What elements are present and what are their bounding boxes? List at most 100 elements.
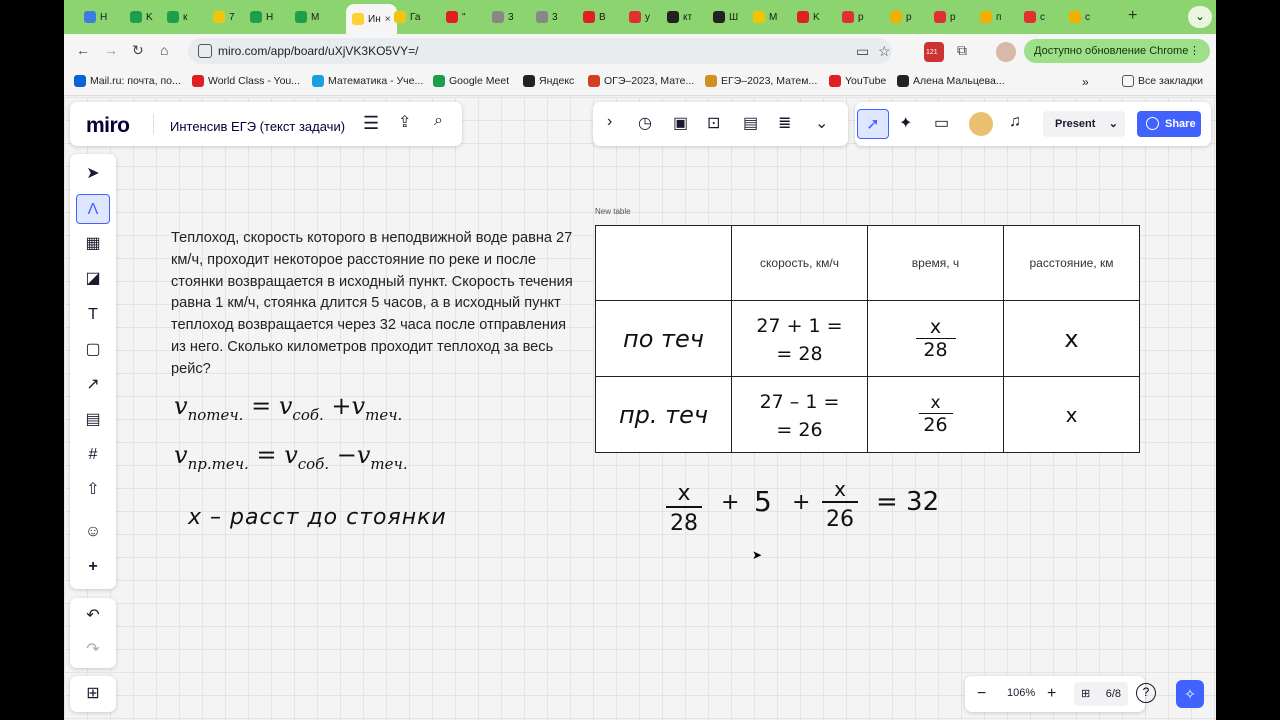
calendar-icon[interactable]: ▤ bbox=[743, 113, 758, 133]
tab-search-button[interactable]: ⌄ bbox=[1188, 6, 1212, 28]
browser-tab[interactable]: p bbox=[890, 6, 912, 28]
table-cell[interactable]: x 28 bbox=[867, 300, 1004, 377]
browser-tab[interactable]: K bbox=[797, 6, 820, 28]
bookmark-item[interactable]: YouTube bbox=[829, 75, 886, 87]
browser-tab[interactable]: 3 bbox=[536, 6, 558, 28]
bookmark-item[interactable]: Математика - Уче... bbox=[312, 75, 423, 87]
table-cell[interactable]: по теч bbox=[595, 300, 732, 377]
back-icon[interactable]: ← bbox=[76, 42, 90, 58]
add-image-icon[interactable]: ▣ bbox=[673, 113, 688, 133]
header-cell[interactable]: скорость, км/ч bbox=[731, 225, 868, 301]
new-tab-button[interactable]: + bbox=[1128, 7, 1137, 25]
stickers-icon[interactable]: ☺ bbox=[76, 517, 110, 547]
focus-icon[interactable]: ⊡ bbox=[707, 113, 720, 133]
chrome-update-button[interactable]: Доступно обновление Chrome ⋮ bbox=[1024, 39, 1210, 63]
browser-tab[interactable]: п bbox=[980, 6, 1001, 28]
formula-upstream[interactable]: vпр.теч. = vсоб. −vтеч. bbox=[174, 441, 408, 473]
bookmark-item[interactable]: Google Meet bbox=[433, 75, 509, 87]
bookmark-item[interactable]: Mail.ru: почта, по... bbox=[74, 75, 181, 87]
bookmark-item[interactable]: ЕГЭ–2023, Матем... bbox=[705, 75, 817, 87]
browser-tab[interactable]: p bbox=[934, 6, 956, 28]
help-icon[interactable]: ? bbox=[1136, 683, 1156, 703]
export-icon[interactable]: ⇪ bbox=[398, 112, 411, 132]
upload-icon[interactable]: ⇧ bbox=[76, 475, 110, 505]
problem-text[interactable]: Теплоход, скорость которого в неподвижно… bbox=[171, 228, 581, 381]
share-button[interactable]: Share bbox=[1137, 111, 1201, 137]
timer-icon[interactable]: ◷ bbox=[638, 113, 652, 133]
present-button[interactable]: Present ⌄ bbox=[1043, 111, 1125, 137]
all-bookmarks[interactable]: Все закладки bbox=[1122, 75, 1203, 87]
templates-icon[interactable]: ▦ bbox=[76, 229, 110, 259]
redo-icon[interactable]: ↷ bbox=[76, 635, 110, 665]
table-cell[interactable]: 27 – 1 = = 26 bbox=[731, 376, 868, 453]
pen-tool-icon[interactable]: Λ bbox=[76, 194, 110, 224]
handwritten-note[interactable]: x – расст до стоянки bbox=[188, 505, 447, 530]
browser-tab[interactable]: " bbox=[446, 6, 466, 28]
table-cell[interactable]: пр. теч bbox=[595, 376, 732, 453]
undo-icon[interactable]: ↶ bbox=[76, 601, 110, 631]
browser-tab[interactable]: H bbox=[84, 6, 107, 28]
cast-icon[interactable]: ▭ bbox=[856, 43, 869, 60]
header-cell[interactable]: расстояние, км bbox=[1003, 225, 1140, 301]
extensions-icon[interactable]: ⧉ bbox=[957, 42, 967, 59]
text-tool-icon[interactable]: T bbox=[76, 300, 110, 330]
header-cell[interactable] bbox=[595, 225, 732, 301]
notes-icon[interactable]: ≣ bbox=[778, 113, 791, 133]
browser-tab[interactable]: к bbox=[167, 6, 187, 28]
bookmarks-overflow-icon[interactable]: » bbox=[1082, 75, 1089, 89]
shape-tool-icon[interactable]: ▢ bbox=[76, 335, 110, 365]
celebrate-icon[interactable]: ✦ bbox=[899, 113, 912, 133]
comments-icon[interactable]: ▭ bbox=[934, 113, 949, 133]
zoom-level[interactable]: 106% bbox=[1007, 687, 1035, 699]
header-cell[interactable]: время, ч bbox=[867, 225, 1004, 301]
browser-tab[interactable]: 3 bbox=[492, 6, 514, 28]
forward-icon[interactable]: → bbox=[104, 42, 118, 58]
frame-tool-icon[interactable]: # bbox=[76, 440, 110, 470]
ai-assist-button[interactable]: ✧ bbox=[1176, 680, 1204, 708]
browser-tab[interactable]: K bbox=[130, 6, 153, 28]
table-cell[interactable]: x 26 bbox=[867, 376, 1004, 453]
browser-tab[interactable]: M bbox=[753, 6, 777, 28]
zoom-in-icon[interactable]: + bbox=[1047, 685, 1056, 703]
cursor-tracking-icon[interactable]: ➚ bbox=[857, 109, 889, 139]
table-cell[interactable]: 27 + 1 = = 28 bbox=[731, 300, 868, 377]
browser-tab[interactable]: y bbox=[629, 6, 650, 28]
browser-tab[interactable]: c bbox=[1069, 6, 1090, 28]
connector-tool-icon[interactable]: ↗ bbox=[76, 370, 110, 400]
bookmark-item[interactable]: ОГЭ–2023, Мате... bbox=[588, 75, 694, 87]
frames-icon[interactable]: ⊞ bbox=[76, 679, 110, 709]
table-cell[interactable]: x bbox=[1003, 300, 1140, 377]
comment-tool-icon[interactable]: ▤ bbox=[76, 405, 110, 435]
profile-avatar[interactable] bbox=[996, 42, 1016, 62]
search-icon[interactable]: ⌕ bbox=[434, 112, 443, 130]
browser-tab[interactable]: H bbox=[250, 6, 273, 28]
board-title[interactable]: Интенсив ЕГЭ (текст задачи) bbox=[170, 119, 345, 134]
board-canvas[interactable]: miro Интенсив ЕГЭ (текст задачи) ☰ ⇪ ⌕ ›… bbox=[64, 97, 1216, 720]
browser-tab[interactable]: M bbox=[295, 6, 319, 28]
site-info-icon[interactable] bbox=[198, 44, 212, 58]
menu-icon[interactable]: ☰ bbox=[363, 113, 379, 134]
browser-tab[interactable]: B bbox=[583, 6, 606, 28]
formula-downstream[interactable]: vпотеч. = vсоб. +vтеч. bbox=[174, 392, 402, 424]
sticky-note-icon[interactable]: ◪ bbox=[76, 264, 110, 294]
present-dropdown-icon[interactable]: ⌄ bbox=[1109, 111, 1118, 137]
home-icon[interactable]: ⌂ bbox=[160, 42, 168, 58]
more-tools-icon[interactable]: + bbox=[76, 552, 110, 582]
user-avatar[interactable] bbox=[969, 112, 993, 136]
browser-tab[interactable]: Ин × bbox=[346, 4, 397, 34]
chevron-right-icon[interactable]: › bbox=[607, 113, 612, 131]
reload-icon[interactable]: ↻ bbox=[132, 42, 144, 59]
chevron-down-icon[interactable]: ⌄ bbox=[815, 113, 828, 133]
table-cell[interactable]: x bbox=[1003, 376, 1140, 453]
bookmark-item[interactable]: World Class - You... bbox=[192, 75, 300, 87]
select-tool-icon[interactable]: ➤ bbox=[76, 159, 110, 189]
bookmark-star-icon[interactable]: ☆ bbox=[878, 43, 891, 60]
miro-logo[interactable]: miro bbox=[86, 114, 130, 138]
browser-tab[interactable]: p bbox=[842, 6, 864, 28]
browser-tab[interactable]: кт bbox=[667, 6, 692, 28]
notifications-icon[interactable]: ♫ bbox=[1009, 113, 1021, 131]
pages-button[interactable]: ⊞ 6/8 bbox=[1074, 682, 1128, 706]
close-tab-icon[interactable]: × bbox=[385, 14, 391, 25]
bookmark-item[interactable]: Алена Мальцева... bbox=[897, 75, 1005, 87]
browser-tab[interactable]: 7 bbox=[213, 6, 235, 28]
